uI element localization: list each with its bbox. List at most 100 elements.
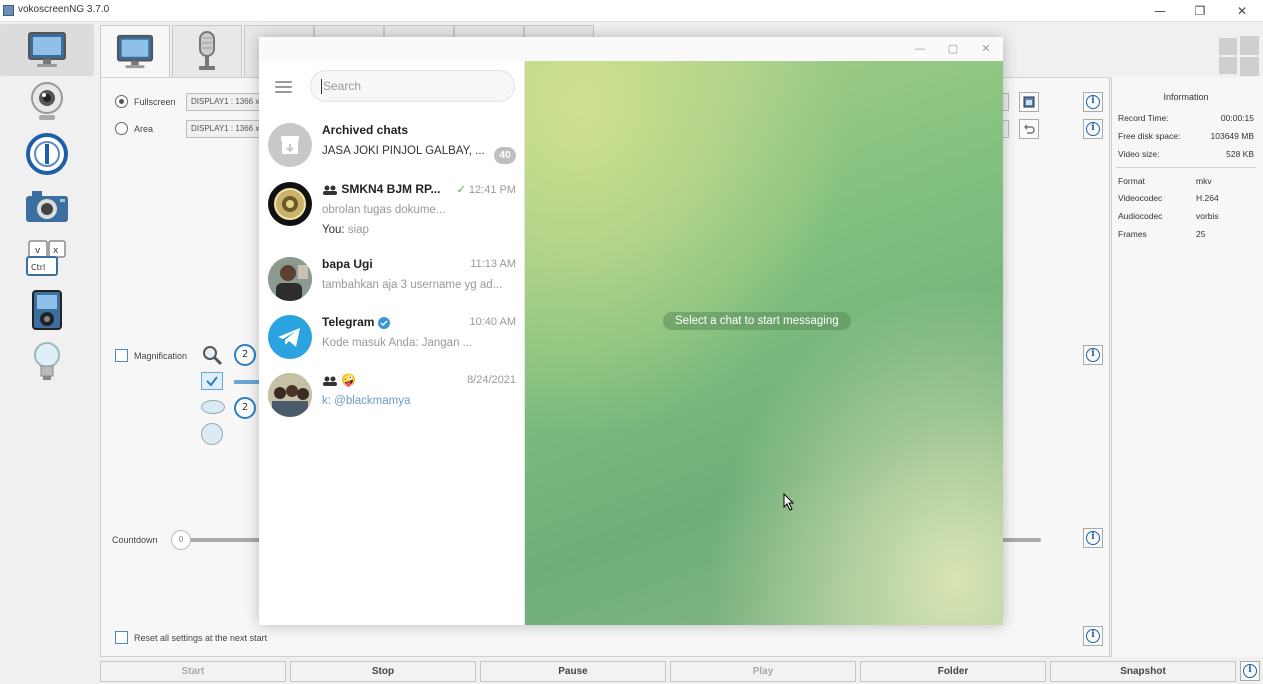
magnifier-shape-rect[interactable] bbox=[201, 372, 223, 390]
countdown-label: Countdown bbox=[112, 535, 158, 545]
info-button-area[interactable]: i bbox=[1083, 119, 1103, 139]
info-button-countdown[interactable]: i bbox=[1083, 528, 1103, 548]
telegram-logo-icon bbox=[268, 315, 312, 359]
telegram-maximize-button[interactable]: ▢ bbox=[945, 41, 961, 57]
tab-screen[interactable] bbox=[100, 25, 170, 77]
media-player-icon bbox=[32, 290, 62, 330]
magnification-checkbox[interactable] bbox=[115, 349, 128, 362]
group-icon bbox=[323, 376, 337, 386]
magnification-size-spinbox[interactable]: 2 bbox=[234, 397, 256, 419]
close-button[interactable]: ✕ bbox=[1232, 3, 1252, 19]
chat-item-archived[interactable]: Archived chats JASA JOKI PINJOL GALBAY, … bbox=[259, 117, 525, 181]
chat-name: SMKN4 BJM RP... bbox=[322, 182, 440, 196]
sidebar-item-info[interactable] bbox=[0, 128, 94, 180]
area-display-select[interactable]: DISPLAY1 : 1366 x 768 bbox=[186, 120, 266, 138]
sidebar-item-snapshot[interactable] bbox=[0, 180, 94, 232]
telegram-title-bar: — ▢ ✕ bbox=[259, 37, 1003, 61]
chat-preview: obrolan tugas dokume... bbox=[322, 204, 446, 216]
window-icon bbox=[1023, 96, 1035, 108]
reset-settings-label: Reset all settings at the next start bbox=[134, 633, 268, 643]
stop-button[interactable]: Stop bbox=[290, 661, 476, 682]
chat-name: 🤪 bbox=[322, 373, 356, 387]
group-avatar bbox=[268, 373, 312, 417]
menu-icon[interactable] bbox=[275, 81, 292, 93]
information-divider bbox=[1116, 167, 1256, 168]
reset-settings-checkbox[interactable] bbox=[115, 631, 128, 644]
chat-preview: Kode masuk Anda: Jangan ... bbox=[322, 337, 473, 349]
info-icon bbox=[26, 133, 68, 175]
area-radio[interactable] bbox=[115, 122, 128, 135]
user-avatar bbox=[268, 257, 312, 301]
fullscreen-radio[interactable] bbox=[115, 95, 128, 108]
chat-time: ✓ 12:41 PM bbox=[456, 184, 516, 196]
magnifier-icon bbox=[201, 344, 223, 370]
information-title: Information bbox=[1163, 92, 1209, 102]
monitor-icon bbox=[28, 32, 66, 67]
telegram-minimize-button[interactable]: — bbox=[912, 41, 928, 57]
info-button-magnification[interactable]: i bbox=[1083, 345, 1103, 365]
start-button[interactable]: Start bbox=[100, 661, 286, 682]
checkmark-icon bbox=[206, 376, 218, 387]
chat-preview: JASA JOKI PINJOL GALBAY, ... bbox=[322, 145, 485, 157]
maximize-button[interactable]: ❐ bbox=[1190, 3, 1210, 19]
magnifier-shape-circle[interactable] bbox=[201, 423, 223, 445]
svg-text:v: v bbox=[35, 246, 41, 256]
countdown-slider-track[interactable] bbox=[181, 538, 261, 542]
telegram-window: — ▢ ✕ Search Archived chats JASA JOKI PI… bbox=[259, 37, 1003, 625]
info-button-controls[interactable]: i bbox=[1240, 661, 1260, 681]
reset-area-button[interactable] bbox=[1019, 119, 1039, 139]
sidebar: v x Ctrl bbox=[0, 22, 97, 662]
countdown-slider-handle[interactable]: 0 bbox=[171, 530, 191, 550]
magnification-size-slider[interactable] bbox=[234, 380, 261, 384]
chat-item-group[interactable]: 🤪 8/24/2021 k: @blackmamya bbox=[259, 367, 525, 431]
area-label: Area bbox=[134, 124, 154, 134]
sidebar-item-screen[interactable] bbox=[0, 24, 94, 76]
unread-badge: 40 bbox=[494, 147, 516, 164]
sidebar-item-player[interactable] bbox=[0, 284, 94, 336]
chat-item-bapa-ugi[interactable]: bapa Ugi 11:13 AM tambahkan aja 3 userna… bbox=[259, 251, 525, 315]
windows-logo-icon bbox=[1219, 36, 1259, 80]
info-button-screen[interactable]: i bbox=[1083, 92, 1103, 112]
fullscreen-display-select[interactable]: DISPLAY1 : 1366 x 768 bbox=[186, 93, 266, 111]
monitor-icon bbox=[116, 34, 154, 68]
photo-camera-icon bbox=[26, 191, 68, 222]
magnification-label: Magnification bbox=[134, 351, 188, 361]
countdown-slider-track-end bbox=[1001, 538, 1041, 542]
microphone-icon bbox=[199, 30, 215, 70]
chat-name: bapa Ugi bbox=[322, 257, 373, 271]
magnification-spinbox[interactable]: 2 bbox=[234, 344, 256, 366]
group-avatar bbox=[268, 182, 312, 226]
svg-text:x: x bbox=[53, 246, 59, 256]
undo-icon bbox=[1024, 124, 1035, 134]
search-input[interactable]: Search bbox=[310, 70, 515, 102]
tab-audio[interactable] bbox=[172, 25, 242, 77]
chat-time: 8/24/2021 bbox=[467, 374, 516, 386]
minimize-button[interactable]: — bbox=[1150, 3, 1170, 19]
chat-wallpaper-area: Select a chat to start messaging bbox=[525, 61, 1003, 625]
chat-item-telegram[interactable]: Telegram 10:40 AM Kode masuk Anda: Janga… bbox=[259, 309, 525, 373]
verified-badge-icon bbox=[377, 316, 390, 329]
chat-name: Archived chats bbox=[322, 123, 409, 137]
play-button[interactable]: Play bbox=[670, 661, 856, 682]
chat-name: Telegram bbox=[322, 315, 390, 329]
chat-preview: k: @blackmamya bbox=[322, 395, 411, 407]
sidebar-item-tips[interactable] bbox=[0, 336, 94, 388]
folder-button[interactable]: Folder bbox=[860, 661, 1046, 682]
chat-list-panel: Search Archived chats JASA JOKI PINJOL G… bbox=[259, 61, 525, 625]
sidebar-item-camera[interactable] bbox=[0, 76, 94, 128]
telegram-close-button[interactable]: ✕ bbox=[978, 41, 994, 57]
title-bar: vokoscreenNG 3.7.0 — ❐ ✕ bbox=[0, 0, 1263, 22]
magnifier-shape-ellipse[interactable] bbox=[201, 400, 225, 414]
empty-state-message: Select a chat to start messaging bbox=[663, 312, 851, 330]
info-button-reset[interactable]: i bbox=[1083, 626, 1103, 646]
chat-item-smkn4[interactable]: SMKN4 BJM RP... ✓ 12:41 PM obrolan tugas… bbox=[259, 176, 525, 240]
control-bar: Start Stop Pause Play Folder Snapshot i bbox=[100, 660, 1263, 684]
read-check-icon: ✓ bbox=[456, 184, 466, 196]
sidebar-item-shortcuts[interactable]: v x Ctrl bbox=[0, 232, 94, 284]
snapshot-button[interactable]: Snapshot bbox=[1050, 661, 1236, 682]
app-icon bbox=[3, 5, 14, 16]
chat-time: 10:40 AM bbox=[469, 316, 516, 328]
pause-button[interactable]: Pause bbox=[480, 661, 666, 682]
screenshot-window-button[interactable] bbox=[1019, 92, 1039, 112]
archive-icon bbox=[268, 123, 312, 167]
